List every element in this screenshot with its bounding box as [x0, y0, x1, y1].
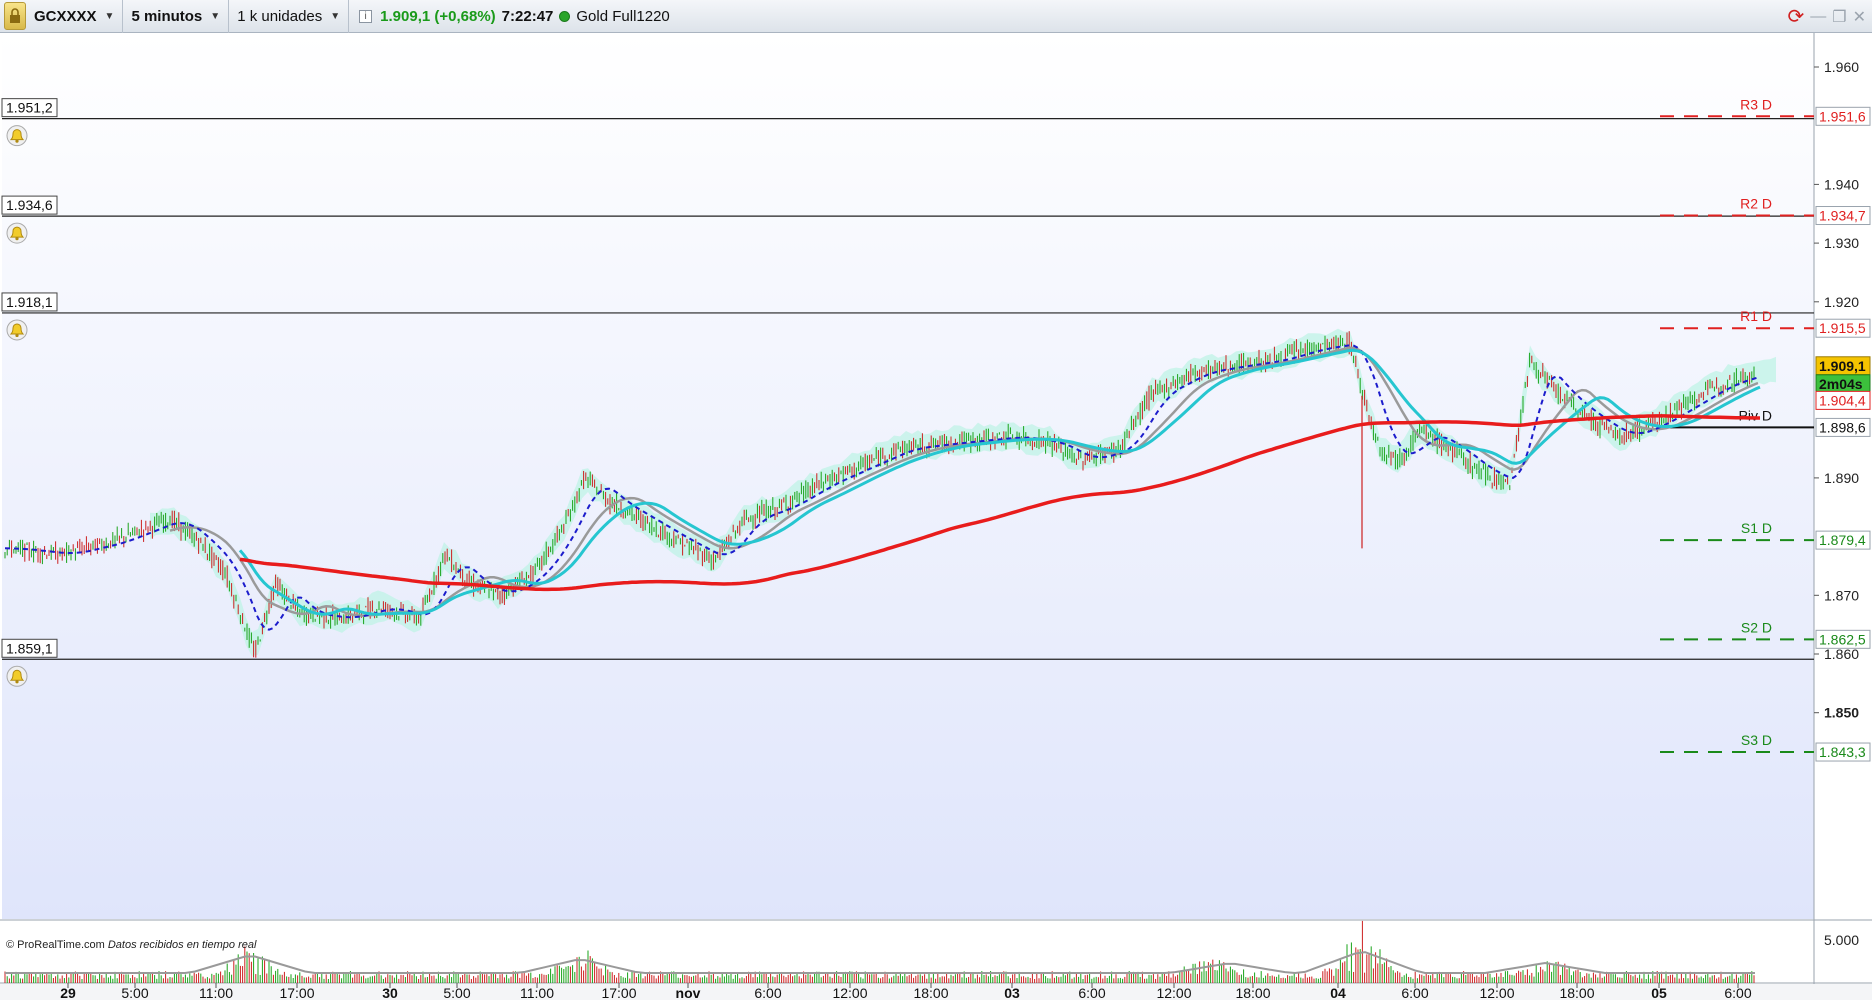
refresh-icon[interactable]: ⟳	[1787, 4, 1804, 29]
alert-price-label: 1.951,2	[6, 100, 53, 116]
time-axis-label: 5:00	[121, 985, 148, 1000]
pivot-tag-label: 1.862,5	[1819, 631, 1866, 647]
axis-tick-label: 1.890	[1824, 470, 1859, 486]
pivot-name: R1 D	[1740, 308, 1772, 324]
chevron-down-icon: ▼	[104, 10, 115, 22]
time-axis-label: 6:00	[1401, 985, 1428, 1000]
chart-toolbar: GCXXXX ▼ 5 minutos ▼ 1 k unidades ▼ i 1.…	[0, 0, 1872, 33]
axis-tick-label: 1.930	[1824, 235, 1859, 251]
chart-area[interactable]: 1.960 1.940 1.930 1.920 1.890 1.870 1.860 1.850…	[0, 33, 1872, 1000]
time-axis-label: 04	[1330, 985, 1346, 1000]
time-axis-label: 18:00	[1235, 985, 1270, 1000]
time-axis-label: 11:00	[520, 985, 554, 1000]
pivot-tag-label: 1.879,4	[1819, 532, 1866, 548]
watermark-brand: © ProRealTime.com	[6, 939, 105, 951]
pivot-name: R2 D	[1740, 196, 1772, 212]
time-axis-label: 05	[1651, 985, 1667, 1000]
chevron-down-icon: ▼	[210, 10, 221, 22]
time-axis-label: 5:00	[443, 985, 470, 1000]
lock-icon[interactable]	[4, 2, 26, 30]
watermark: © ProRealTime.com Datos recibidos en tie…	[6, 939, 256, 951]
axis-tick-label: 1.920	[1824, 294, 1859, 310]
last-price-change: 1.909,1 (+0,68%)	[380, 7, 496, 25]
time-axis-label: nov	[676, 985, 701, 1000]
instrument-label: GCXXXX	[34, 7, 97, 25]
time-axis-label: 6:00	[1078, 985, 1105, 1000]
axis-tick-label: 1.940	[1824, 176, 1859, 192]
bell-icon[interactable]	[6, 125, 28, 147]
status-dot-icon	[559, 10, 571, 22]
price-panel-background	[2, 33, 1814, 919]
time-axis-label: 12:00	[832, 985, 867, 1000]
quote-strip: i 1.909,1 (+0,68%) 7:22:47 Gold Full1220	[349, 0, 678, 33]
bell-icon[interactable]	[6, 222, 28, 244]
time-axis-label: 6:00	[1724, 985, 1751, 1000]
time-axis-label: 03	[1004, 985, 1020, 1000]
info-icon[interactable]: i	[359, 9, 373, 23]
countdown-label: 2m04s	[1819, 376, 1863, 392]
time-axis-label: 17:00	[279, 985, 314, 1000]
feed-name: Gold Full1220	[576, 7, 670, 25]
pivot-tag-label: 1.934,7	[1819, 208, 1866, 224]
pivot-tag-label: 1.843,3	[1819, 744, 1866, 760]
time-axis-label: 30	[382, 985, 398, 1000]
pivot-name: Piv D	[1739, 407, 1772, 423]
time-axis-label: 12:00	[1156, 985, 1191, 1000]
time-axis-label: 12:00	[1479, 985, 1514, 1000]
ma-price-label: 1.904,4	[1819, 392, 1866, 408]
time-axis-label: 6:00	[754, 985, 781, 1000]
volume-axis-label: 5.000	[1824, 932, 1859, 948]
instrument-dropdown[interactable]: GCXXXX ▼	[26, 0, 124, 33]
timeframe-label: 5 minutos	[131, 7, 203, 25]
bell-icon[interactable]	[6, 319, 28, 341]
alert-price-label: 1.859,1	[6, 640, 53, 656]
pivot-tag-label: 1.898,6	[1819, 419, 1866, 435]
units-label: 1 k unidades	[237, 7, 323, 25]
last-price-label: 1.909,1	[1819, 358, 1866, 374]
axis-tick-label: 1.870	[1824, 587, 1859, 603]
pivot-name: S3 D	[1741, 732, 1772, 748]
time-axis-label: 11:00	[199, 985, 233, 1000]
minimize-icon[interactable]: —	[1810, 8, 1826, 26]
pivot-tag-label: 1.915,5	[1819, 320, 1866, 336]
time-axis-label: 18:00	[913, 985, 948, 1000]
units-dropdown[interactable]: 1 k unidades ▼	[229, 0, 350, 33]
pivot-name: S1 D	[1741, 520, 1772, 536]
pivot-name: S2 D	[1741, 619, 1772, 635]
alert-price-label: 1.934,6	[6, 197, 53, 213]
alert-price-label: 1.918,1	[6, 294, 53, 310]
window-controls: ⟳ — ❐ ✕	[1787, 0, 1866, 33]
restore-icon[interactable]: ❐	[1832, 7, 1846, 27]
axis-tick-label: 1.850	[1824, 705, 1859, 721]
watermark-note: Datos recibidos en tiempo real	[107, 939, 257, 951]
timeframe-dropdown[interactable]: 5 minutos ▼	[123, 0, 230, 33]
quote-time: 7:22:47	[501, 7, 554, 25]
axis-tick-label: 1.960	[1824, 59, 1859, 75]
time-axis-label: 18:00	[1559, 985, 1594, 1000]
pivot-tag-label: 1.951,6	[1819, 108, 1866, 124]
chevron-down-icon: ▼	[330, 10, 341, 22]
pivot-name: R3 D	[1740, 96, 1772, 112]
time-axis-label: 17:00	[601, 985, 636, 1000]
close-icon[interactable]: ✕	[1853, 7, 1866, 27]
bell-icon[interactable]	[6, 665, 28, 687]
price-chart[interactable]: 1.9601.9401.9301.9201.8901.8701.8601.850…	[0, 33, 1872, 1000]
time-axis-label: 29	[60, 985, 76, 1000]
